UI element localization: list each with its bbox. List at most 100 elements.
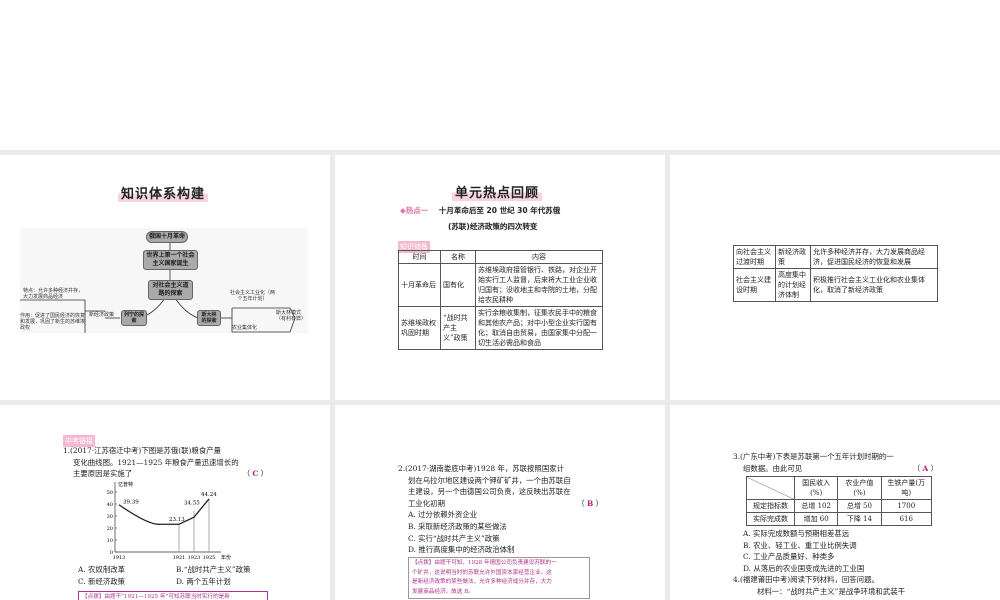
cell: 616 (880, 512, 933, 526)
question-3: 3.(广东中考)下表是苏联第一个五年计划时期的一 组数据。由此可见（ A ） (733, 452, 938, 473)
y-tick-label: 50 (107, 490, 113, 496)
cell: 高度集中的计划经济体制 (775, 268, 811, 302)
cell: 总增 102 (793, 499, 839, 513)
question-text: 工业化初期 (408, 498, 445, 508)
option-c: C. 新经济政策 (78, 576, 126, 586)
hint-box: 【点拨】由题干可知，1928 年德国公司负责建设苏联的一 个矿井，这说明当时的苏… (408, 557, 590, 599)
slide-thumbnail-4[interactable]: 中考链接 1.(2017·江苏宿迁中考)下图是苏俄(联)粮食产量 变化曲线图。1… (0, 405, 330, 600)
label-nep-feature: 特点：允许多种经济并存，大力发展商品经济 (23, 288, 84, 300)
paren: ） (260, 469, 268, 479)
question-2: 2.(2017·湖南娄底中考)1928 年，苏联按照国家计 划在乌拉尔地区建设两… (398, 464, 603, 555)
data-label: 23.13 (169, 517, 185, 523)
y-tick-label: 20 (107, 526, 113, 532)
table-row: 十月革命后 国有化 苏维埃政府接管银行、铁路，对企业开始实行工人监督，后来将大工业企… (398, 263, 603, 307)
question-1: 1.(2017·江苏宿迁中考)下图是苏俄(联)粮食产量 变化曲线图。1921—1… (63, 445, 268, 480)
cell: 允许多种经济并存，大力发展商品经济，促进国民经济的恢复和发展 (810, 245, 938, 269)
question-text: 2.(2017·湖南娄底中考)1928 年，苏联按照国家计 (398, 464, 564, 473)
cell: 新经济政策 (775, 245, 811, 269)
hint-text: 个矿井，这说明当时的苏联允许外国资本家经营企业，这 (412, 569, 552, 576)
x-tick-label: 1913 (113, 555, 126, 561)
header-content: 内容 (475, 250, 603, 264)
hotspot-heading: ◆热点一 十月革命后至 20 世纪 30 年代苏俄 (苏联)经济政策的四次转变 (400, 205, 560, 232)
cell: 向社会主义过渡时期 (733, 245, 776, 269)
policy-table: 时间 名称 内容 十月革命后 国有化 苏维埃政府接管银行、铁路，对企业开始实行工人监督，… (398, 250, 603, 350)
question-text: 主建设，另一个由德国公司负责，这反映出苏联在 (408, 487, 571, 497)
answer: B (587, 498, 594, 508)
hotspot-label: ◆热点一 (400, 206, 429, 215)
cell: 增加 60 (793, 512, 839, 526)
option-a: A. 过分依赖外资企业 (408, 510, 478, 520)
cell: 积极推行社会主义工业化和农业集体化，取消了新经济政策 (810, 268, 938, 302)
question-text: 变化曲线图。1921—1925 年粮食产量迅速增长的 (73, 457, 239, 467)
question-text: 1.(2017·江苏宿迁中考)下图是苏俄(联)粮食产量 (63, 446, 221, 455)
x-axis-label: 年份 (221, 554, 231, 561)
top-blank-area (0, 0, 1000, 150)
policy-table-continued: 向社会主义过渡时期 新经济政策 允许多种经济并存，大力发展商品经济，促进国民经济的恢… (733, 245, 938, 302)
header-time: 时间 (398, 250, 441, 264)
hint-box: 【点拨】由题干“1921—1925 年”可知苏联当时实行的是新 (78, 591, 268, 600)
hint-text: 【点拨】由题干可知，1928 年德国公司负责建设苏联的一 (412, 560, 557, 566)
cell: 总增 50 (837, 499, 882, 513)
table-row: 向社会主义过渡时期 新经济政策 允许多种经济并存，大力发展商品经济，促进国民经济的恢… (733, 245, 938, 269)
slide-thumbnail-2[interactable]: 单元热点回顾 ◆热点一 十月革命后至 20 世纪 30 年代苏俄 (苏联)经济政… (335, 155, 665, 400)
slide-thumbnail-5[interactable]: 2.(2017·湖南娄底中考)1928 年，苏联按照国家计 划在乌拉尔地区建设两… (335, 405, 665, 600)
answer: A (922, 463, 929, 473)
x-tick-label: 1921 (173, 555, 186, 561)
table-row: 实际完成数 增加 60 下降 14 616 (746, 512, 933, 526)
cell: 苏维埃政权巩固时期 (398, 306, 441, 350)
option-c: C. 工业产品质量好、种类多 (743, 552, 835, 562)
cell: 国有化 (440, 263, 476, 307)
option-a: A. 农奴制改革 (78, 565, 125, 574)
table-row: 社会主义建设时期 高度集中的计划经济体制 积极推行社会主义工业化和农业集体化，取消了… (733, 268, 938, 302)
question-text: 3.(广东中考)下表是苏联第一个五年计划时期的一 (733, 452, 894, 461)
option-b: B. 采取新经济政策的某些做法 (408, 521, 507, 531)
options: A. 农奴制改革 B.“战时共产主义”政策 C. 新经济政策 D. 两个五年计划 (78, 564, 278, 587)
node-socialist-exploration: 对社会主义道路的探索 (148, 280, 193, 300)
hint-text: 是新经济政策的某些做法，允许多种经济成分并存，大力 (412, 579, 552, 585)
table-row: 规定指标数 总增 102 总增 50 1700 (746, 499, 933, 513)
cell: 1700 (880, 499, 933, 513)
node-first-socialist-state: 世界上第一个社会主义国家诞生 (143, 250, 198, 270)
slide-thumbnail-1[interactable]: 知识体系构建 俄国十月革命 世界上第一个社会主义国家诞生 对社会主义道路的探索 … (0, 155, 330, 400)
hint-text: 发展商品经济。故选 B。 (412, 588, 474, 595)
data-label: 34.55 (184, 501, 200, 507)
y-tick-label: 40 (107, 502, 113, 508)
cell: “战时共产主义”政策 (440, 306, 476, 350)
slide-title: 知识体系构建 (118, 183, 209, 202)
option-b: B. 农业、轻工业、重工业比例失调 (743, 540, 857, 550)
node-stalin-exploration: 斯大林的探索 (197, 310, 221, 326)
y-tick-label: 10 (107, 538, 113, 544)
label-nep: 新经济政策 (89, 312, 115, 318)
question-3-options: A. 实际完成数额与预期相差甚远 B. 农业、轻工业、重工业比例失调 C. 工业… (733, 528, 938, 598)
option-d: D. 从落后的农业国变成先进的工业国 (743, 563, 865, 573)
cell: 实际完成数 (746, 512, 795, 526)
header: 农业产值(%) (837, 476, 882, 500)
cell: 十月革命后 (398, 263, 441, 307)
answer: C (252, 469, 259, 479)
material-text: 材料一：“战时共产主义”是战争环境和武装干 (757, 586, 905, 596)
header: 国民收入(%) (793, 476, 839, 500)
cell: 规定指标数 (746, 499, 795, 513)
hotspot-text-2: (苏联)经济政策的四次转变 (448, 222, 538, 231)
option-d: D. 推行高度集中的经济政治体制 (408, 545, 515, 555)
cell: 社会主义建设时期 (733, 268, 776, 302)
grain-output-chart: 亿普特年份010203040501913 1921 1923 192539.3923.… (107, 481, 231, 561)
mind-map: 俄国十月革命 世界上第一个社会主义国家诞生 对社会主义道路的探索 列宁的探索 斯… (20, 228, 308, 333)
header: 生铁产量(万吨) (880, 476, 933, 500)
option-a: A. 实际完成数额与预期相差甚远 (743, 529, 850, 538)
table-row: 苏维埃政权巩固时期 “战时共产主义”政策 实行余粮收集制，征集农民手中的粮食和其他农… (398, 306, 603, 350)
x-tick-label: 1925 (203, 555, 216, 561)
slide-thumbnail-6[interactable]: 3.(广东中考)下表是苏联第一个五年计划时期的一 组数据。由此可见（ A ） 国… (670, 405, 1000, 600)
option-c: C. 实行“战时共产主义”政策 (408, 533, 500, 543)
label-collectivization: 农业集体化 (232, 325, 258, 331)
y-axis-label: 亿普特 (118, 481, 133, 488)
hotspot-text: 十月革命后至 20 世纪 30 年代苏俄 (438, 206, 561, 215)
slide-thumbnail-3[interactable]: 向社会主义过渡时期 新经济政策 允许多种经济并存，大力发展商品经济，促进国民经济的恢… (670, 155, 1000, 400)
five-year-plan-table: 国民收入(%) 农业产值(%) 生铁产量(万吨) 规定指标数 总增 102 总增 50 1… (746, 476, 933, 526)
cell: 苏维埃政府接管银行、铁路，对企业开始实行工人监督，后来将大工业企业收归国有；没收… (475, 263, 603, 307)
y-tick-label: 30 (107, 514, 113, 520)
data-label: 44.24 (201, 492, 217, 498)
label-industrialization: 社会主义工业化（两个五年计划） (230, 290, 276, 302)
option-d: D. 两个五年计划 (176, 576, 231, 586)
question-text: 主要原因是实施了 (73, 469, 133, 479)
